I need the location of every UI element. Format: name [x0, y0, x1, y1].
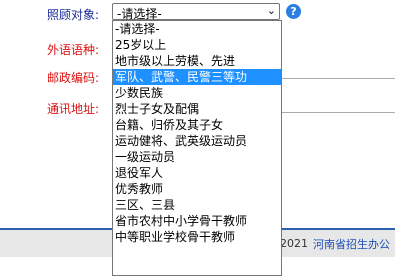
care-target-select[interactable]: -请选择- ⌄	[112, 3, 280, 21]
dropdown-option[interactable]: 少数民族	[113, 85, 281, 101]
help-icon[interactable]: ?	[286, 4, 301, 19]
dropdown-option[interactable]: -请选择-	[113, 21, 281, 37]
dropdown-option[interactable]: 省市农村中小学骨干教师	[113, 213, 281, 229]
care-target-dropdown-list[interactable]: -请选择- 25岁以上 地市级以上劳模、先进 军队、武警、民警三等功 少数民族 烈士子女及…	[112, 20, 282, 276]
dropdown-option[interactable]: 中等职业学校骨干教师	[113, 229, 281, 245]
dropdown-option[interactable]: 地市级以上劳模、先进	[113, 53, 281, 69]
dropdown-option[interactable]: 三区、三县	[113, 197, 281, 213]
dropdown-option[interactable]: 军队、武警、民警三等功	[113, 69, 281, 85]
care-target-label: 照顾对象:	[46, 8, 99, 22]
dropdown-option[interactable]: 一级运动员	[113, 149, 281, 165]
dropdown-option[interactable]: 台籍、归侨及其子女	[113, 117, 281, 133]
postal-code-label: 邮政编码:	[46, 71, 99, 85]
dropdown-option[interactable]: 优秀教师	[113, 181, 281, 197]
foreign-language-label: 外语语种:	[46, 43, 99, 57]
postal-code-field[interactable]	[282, 78, 395, 79]
mailing-address-field[interactable]	[282, 112, 395, 113]
chevron-down-icon: ⌄	[266, 4, 276, 17]
dropdown-option[interactable]: 25岁以上	[113, 37, 281, 53]
dropdown-option[interactable]: 退役军人	[113, 165, 281, 181]
footer-org-link[interactable]: 河南省招生办公	[313, 236, 390, 252]
mailing-address-label: 通讯地址:	[46, 102, 99, 116]
dropdown-option[interactable]: 烈士子女及配偶	[113, 101, 281, 117]
dropdown-option[interactable]: 运动健将、武英级运动员	[113, 133, 281, 149]
